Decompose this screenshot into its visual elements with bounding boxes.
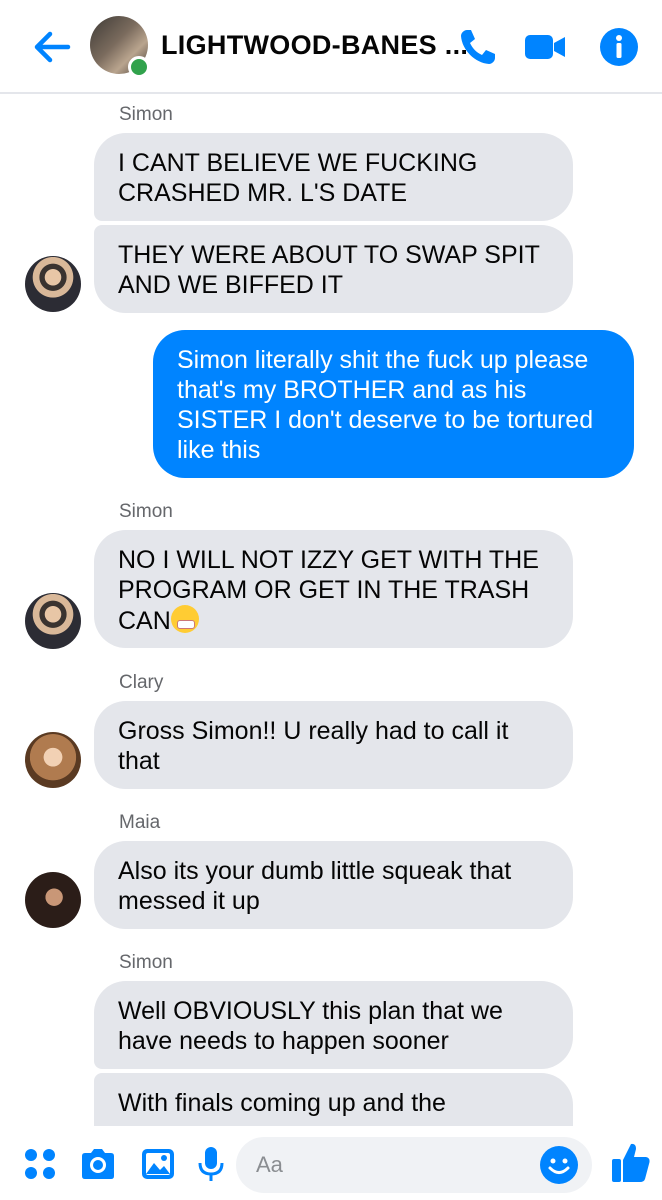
message-bubble[interactable]: THEY WERE ABOUT TO SWAP SPIT AND WE BIFF…: [94, 225, 573, 313]
sender-name: Simon: [119, 501, 173, 522]
message-composer: Aa: [0, 1128, 662, 1200]
microphone-icon[interactable]: [191, 1144, 231, 1184]
chat-title[interactable]: LIGHTWOOD-BANES ...: [161, 30, 468, 61]
sent-message-bubble[interactable]: Simon literally shit the fuck up please …: [153, 330, 634, 478]
sender-name: Maia: [119, 812, 161, 833]
input-placeholder: Aa: [256, 1152, 283, 1177]
online-status-dot: [128, 56, 150, 78]
triumph-emoji-icon: [170, 605, 199, 633]
avatar-simon[interactable]: [25, 593, 81, 649]
message-input[interactable]: Aa: [236, 1137, 592, 1193]
avatar-maia[interactable]: [25, 872, 81, 928]
avatar-simon[interactable]: [25, 256, 81, 312]
message-bubble[interactable]: NO I WILL NOT IZZY GET WITH THE PROGRAM …: [94, 530, 573, 648]
info-icon[interactable]: [596, 24, 642, 70]
message-bubble[interactable]: I CANT BELIEVE WE FUCKING CRASHED MR. L'…: [94, 133, 573, 221]
chat-header: LIGHTWOOD-BANES ...: [0, 0, 662, 94]
sender-name: Simon: [119, 952, 173, 973]
camera-icon[interactable]: [78, 1144, 118, 1184]
message-bubble[interactable]: Also its your dumb little squeak that me…: [94, 841, 573, 929]
sender-name: Simon: [119, 104, 173, 125]
avatar-clary[interactable]: [25, 732, 81, 788]
sender-name: Clary: [119, 672, 164, 693]
message-bubble[interactable]: With finals coming up and the: [94, 1073, 573, 1126]
back-arrow-icon[interactable]: [28, 24, 74, 70]
message-bubble[interactable]: Gross Simon!! U really had to call it th…: [94, 701, 573, 789]
apps-icon[interactable]: [20, 1144, 60, 1184]
message-bubble[interactable]: Well OBVIOUSLY this plan that we have ne…: [94, 981, 573, 1069]
message-list[interactable]: Simon I CANT BELIEVE WE FUCKING CRASHED …: [0, 96, 662, 1126]
thumbs-up-icon[interactable]: [610, 1140, 652, 1184]
phone-icon[interactable]: [455, 24, 501, 70]
video-camera-icon[interactable]: [521, 24, 567, 70]
emoji-icon[interactable]: [538, 1144, 580, 1186]
gallery-icon[interactable]: [138, 1144, 178, 1184]
